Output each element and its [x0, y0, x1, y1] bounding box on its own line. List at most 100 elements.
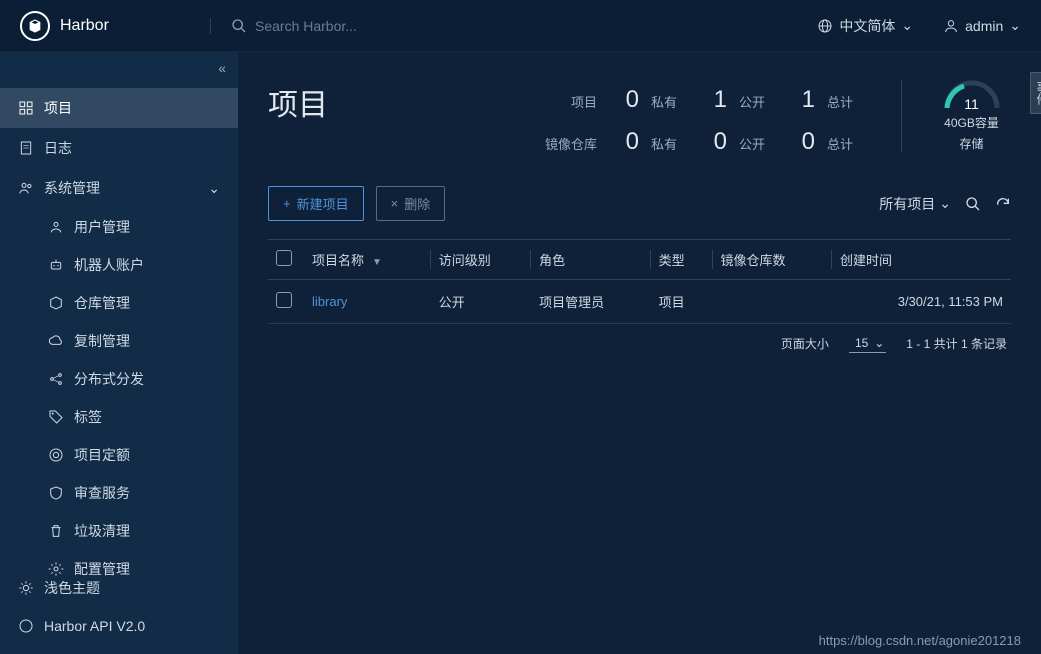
sidebar-item-system[interactable]: 系统管理 ⌄ — [0, 168, 238, 208]
sidebar-item-label: 机器人账户 — [74, 255, 144, 275]
sidebar-item-robot[interactable]: 机器人账户 — [40, 246, 238, 284]
sidebar-item-label: 浅色主题 — [44, 578, 100, 598]
search-icon[interactable] — [965, 196, 981, 212]
page-size-label: 页面大小 — [781, 335, 829, 352]
stats-num-private: 0 — [609, 128, 639, 156]
sidebar-item-projects[interactable]: 项目 — [0, 88, 238, 128]
stats-block: 项目 0 私有 1 公开 1 总计 镜像仓库 0 私有 0 公开 0 总计 — [428, 86, 861, 156]
globe-icon — [817, 18, 833, 34]
robot-icon — [48, 257, 64, 273]
sidebar-item-replication[interactable]: 复制管理 — [40, 322, 238, 360]
main: « 项目 日志 系统管理 ⌄ 用户管理 机器人账户 仓库管理 复制管理 分布式分… — [0, 52, 1041, 654]
sidebar-item-gc[interactable]: 垃圾清理 — [40, 512, 238, 550]
language-label: 中文简体 — [839, 16, 895, 36]
col-role[interactable]: 角色 — [531, 240, 651, 280]
search-input[interactable] — [255, 18, 455, 34]
select-all-checkbox[interactable] — [276, 250, 292, 266]
storage-value: 11 — [942, 96, 1002, 112]
sidebar-item-registry[interactable]: 仓库管理 — [40, 284, 238, 322]
project-link[interactable]: library — [312, 294, 347, 309]
sidebar-item-label: 仓库管理 — [74, 293, 130, 313]
sidebar-item-label: 分布式分发 — [74, 369, 144, 389]
col-name[interactable]: 项目名称▼ — [304, 240, 431, 280]
stats-num-total: 1 — [785, 86, 815, 114]
stats-label: 镜像仓库 — [537, 134, 597, 153]
chevron-down-icon: ⌄ — [901, 17, 913, 34]
stats-label: 项目 — [537, 92, 597, 111]
sidebar-item-api[interactable]: Harbor API V2.0 — [0, 608, 238, 644]
storage-gauge: 11 — [942, 80, 1002, 110]
col-type[interactable]: 类型 — [651, 240, 713, 280]
user-icon — [48, 219, 64, 235]
row-repos — [713, 280, 833, 324]
share-icon — [48, 371, 64, 387]
stats-sublabel: 总计 — [827, 134, 861, 153]
filter-icon: ▼ — [372, 257, 382, 268]
sidebar-item-label: Harbor API V2.0 — [44, 618, 145, 634]
stats-sublabel: 公开 — [739, 134, 773, 153]
stats-num-public: 0 — [697, 128, 727, 156]
sidebar-collapse-button[interactable]: « — [218, 60, 226, 76]
table-row[interactable]: library 公开 项目管理员 项目 3/30/21, 11:53 PM — [268, 280, 1011, 324]
chevron-down-icon: ⌄ — [208, 180, 220, 197]
cloud-icon — [48, 333, 64, 349]
harbor-logo-icon — [20, 11, 50, 41]
button-label: 删除 — [404, 194, 430, 213]
page-title: 项目 — [268, 80, 388, 124]
toolbar: + 新建项目 × 删除 所有项目 ⌄ — [268, 186, 1011, 221]
page-size-select[interactable]: 15 ⌄ — [849, 334, 886, 353]
row-type: 项目 — [651, 280, 713, 324]
stats-num-private: 0 — [609, 86, 639, 114]
col-access[interactable]: 访问级别 — [431, 240, 531, 280]
col-created[interactable]: 创建时间 — [832, 240, 1011, 280]
sidebar-item-label: 审查服务 — [74, 483, 130, 503]
stats-num-public: 1 — [697, 86, 727, 114]
project-filter-dropdown[interactable]: 所有项目 ⌄ — [879, 194, 951, 214]
sidebar-item-label: 用户管理 — [74, 217, 130, 237]
plus-icon: + — [283, 196, 291, 211]
storage-widget: 11 40GB容量 存储 — [901, 80, 1011, 152]
stats-row-projects: 项目 0 私有 1 公开 1 总计 — [428, 86, 861, 114]
x-icon: × — [391, 196, 399, 211]
toolbar-right: 所有项目 ⌄ — [879, 194, 1011, 214]
sidebar-item-logs[interactable]: 日志 — [0, 128, 238, 168]
sidebar-bottom: 浅色主题 Harbor API V2.0 — [0, 568, 238, 644]
trash-icon — [48, 523, 64, 539]
target-icon — [48, 447, 64, 463]
delete-button[interactable]: × 删除 — [376, 186, 446, 221]
sidebar-item-quota[interactable]: 项目定额 — [40, 436, 238, 474]
user-icon — [943, 18, 959, 34]
username: admin — [965, 18, 1003, 34]
refresh-icon[interactable] — [995, 196, 1011, 212]
chevron-down-icon: ⌄ — [874, 336, 884, 350]
sidebar-item-label: 垃圾清理 — [74, 521, 130, 541]
stats-num-total: 0 — [785, 128, 815, 156]
sidebar-item-theme[interactable]: 浅色主题 — [0, 568, 238, 608]
cube-icon — [48, 295, 64, 311]
sidebar-item-label: 项目 — [44, 98, 72, 118]
sidebar: « 项目 日志 系统管理 ⌄ 用户管理 机器人账户 仓库管理 复制管理 分布式分… — [0, 52, 238, 654]
storage-label: 存储 — [932, 135, 1011, 152]
col-repos[interactable]: 镜像仓库数 — [713, 240, 833, 280]
watermark: https://blog.csdn.net/agonie201218 — [819, 633, 1021, 648]
app-header: Harbor 中文简体 ⌄ admin ⌄ — [0, 0, 1041, 52]
sidebar-item-label: 系统管理 — [44, 178, 100, 198]
row-created: 3/30/21, 11:53 PM — [832, 280, 1011, 324]
language-switcher[interactable]: 中文简体 ⌄ — [817, 16, 913, 36]
sidebar-item-labels[interactable]: 标签 — [40, 398, 238, 436]
sidebar-item-distribution[interactable]: 分布式分发 — [40, 360, 238, 398]
row-checkbox[interactable] — [276, 292, 292, 308]
events-tab[interactable]: 事件 — [1030, 72, 1041, 114]
brand-name: Harbor — [60, 17, 109, 35]
sidebar-item-user-mgmt[interactable]: 用户管理 — [40, 208, 238, 246]
search-wrap — [210, 18, 455, 34]
new-project-button[interactable]: + 新建项目 — [268, 186, 364, 221]
sidebar-item-label: 项目定额 — [74, 445, 130, 465]
content-area: 事件 项目 项目 0 私有 1 公开 1 总计 镜像仓库 0 私有 0 — [238, 52, 1041, 654]
user-menu[interactable]: admin ⌄ — [943, 17, 1021, 34]
sun-icon — [18, 580, 34, 596]
logo[interactable]: Harbor — [20, 11, 210, 41]
doc-icon — [18, 140, 34, 156]
projects-table: 项目名称▼ 访问级别 角色 类型 镜像仓库数 创建时间 library 公开 项… — [268, 239, 1011, 324]
sidebar-item-scan[interactable]: 审查服务 — [40, 474, 238, 512]
